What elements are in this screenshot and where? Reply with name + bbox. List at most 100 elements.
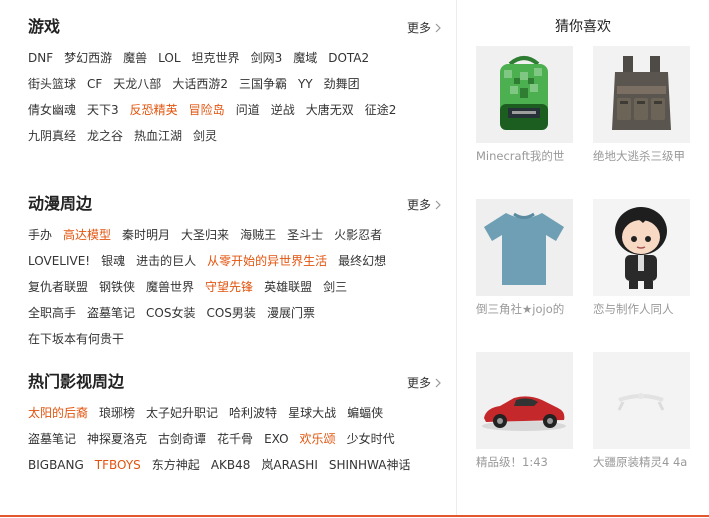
tag-link[interactable]: 剑网3 — [251, 51, 283, 65]
product-card[interactable]: 大疆原装精灵4 4a — [593, 352, 705, 470]
section-games: 游戏 更多 DNF 梦幻西游 魔兽 LOL 坦克世界 剑网3 魔域 DOTA2 街头篮球 CF 天龙… — [28, 16, 442, 149]
section-title: 游戏 — [28, 17, 61, 36]
tag-link[interactable]: 手办 — [28, 228, 52, 242]
tag-link[interactable]: 火影忍者 — [334, 228, 382, 242]
section-anime: 动漫周边 更多 手办 高达模型 秦时明月 大圣归来 海贼王 圣斗士 火影忍者 LOVELIVE… — [28, 193, 442, 352]
tag-link[interactable]: 三国争霸 — [239, 77, 287, 91]
product-card[interactable]: 绝地大逃杀三级甲 — [593, 46, 705, 164]
tag-link[interactable]: 梦幻西游 — [64, 51, 112, 65]
more-link-film[interactable]: 更多 — [407, 374, 442, 391]
product-name: 恋与制作人同人 — [593, 302, 674, 316]
guess-you-like-panel: 猜你喜欢 Minecraft我的世 绝地大逃杀三级甲 倒三角社★jojo的 恋与… — [457, 0, 709, 515]
tag-link[interactable]: 高达模型 — [63, 228, 111, 242]
product-card[interactable]: Minecraft我的世 — [476, 46, 588, 164]
tag-link[interactable]: 蝙蝠侠 — [347, 406, 383, 420]
tag-link[interactable]: 盗墓笔记 — [28, 432, 76, 446]
product-name: 倒三角社★jojo的 — [476, 302, 565, 316]
section-film: 热门影视周边 更多 太阳的后裔 琅琊榜 太子妃升职记 哈利波特 星球大战 蝙蝠侠 盗墓笔记神… — [28, 371, 442, 478]
tag-row: 九阴真经 龙之谷 热血江湖 剑灵 — [28, 123, 442, 149]
tag-link[interactable]: 大唐无双 — [306, 103, 354, 117]
tag-link[interactable]: 大话西游2 — [172, 77, 228, 91]
tag-link[interactable]: BIGBANG — [28, 458, 84, 472]
tag-link[interactable]: 天下3 — [87, 103, 119, 117]
tag-link[interactable]: 龙之谷 — [87, 129, 123, 143]
tag-row: 街头篮球 CF 天龙八部 大话西游2 三国争霸 YY 劲舞团 — [28, 71, 442, 97]
tag-row: 太阳的后裔 琅琊榜 太子妃升职记 哈利波特 星球大战 蝙蝠侠 — [28, 400, 442, 426]
tag-link[interactable]: 天龙八部 — [113, 77, 161, 91]
chevron-right-icon — [435, 378, 441, 387]
tag-link[interactable]: 漫展门票 — [267, 306, 315, 320]
product-card[interactable]: 倒三角社★jojo的 — [476, 199, 588, 317]
tag-link[interactable]: 剑灵 — [193, 129, 217, 143]
tag-link[interactable]: 东方神起 — [152, 458, 200, 472]
tag-link[interactable]: SHINHWA神话 — [329, 458, 411, 472]
tag-link[interactable]: 花千骨 — [217, 432, 253, 446]
tag-link[interactable]: 秦时明月 — [122, 228, 170, 242]
tag-row: LOVELIVE! 银魂 进击的巨人 从零开始的异世界生活 最终幻想 — [28, 248, 442, 274]
tag-link[interactable]: 古剑奇谭 — [158, 432, 206, 446]
tag-link[interactable]: YY — [298, 77, 313, 91]
tag-link[interactable]: 守望先锋 — [205, 280, 253, 294]
tactical-vest-image — [593, 46, 690, 143]
tag-link[interactable]: 热血江湖 — [134, 129, 182, 143]
tag-row: 在下坂本有何贵干 — [28, 326, 442, 352]
tag-link[interactable]: 魔兽 — [123, 51, 147, 65]
tag-link[interactable]: TFBOYS — [95, 458, 141, 472]
tag-link[interactable]: 银魂 — [101, 254, 125, 268]
tag-link[interactable]: 魔兽世界 — [146, 280, 194, 294]
tag-link[interactable]: 复仇者联盟 — [28, 280, 88, 294]
tag-link[interactable]: 少女时代 — [347, 432, 395, 446]
product-card[interactable]: 精品级！1:43 — [476, 352, 588, 470]
tag-link[interactable]: 问道 — [236, 103, 260, 117]
tag-link[interactable]: 大圣归来 — [181, 228, 229, 242]
tag-link[interactable]: 魔域 — [293, 51, 317, 65]
tag-link[interactable]: 琅琊榜 — [99, 406, 135, 420]
tag-link[interactable]: 征途2 — [365, 103, 397, 117]
blue-tshirt-image — [476, 199, 573, 296]
tag-link[interactable]: LOL — [158, 51, 180, 65]
product-name: 绝地大逃杀三级甲 — [593, 149, 685, 163]
tag-link[interactable]: 星球大战 — [288, 406, 336, 420]
tag-link[interactable]: EXO — [264, 432, 288, 446]
tag-link[interactable]: 英雄联盟 — [264, 280, 312, 294]
tag-link[interactable]: 太子妃升职记 — [146, 406, 218, 420]
tag-link[interactable]: 哈利波特 — [229, 406, 277, 420]
tag-row: 手办 高达模型 秦时明月 大圣归来 海贼王 圣斗士 火影忍者 — [28, 222, 442, 248]
tag-link[interactable]: 钢铁侠 — [99, 280, 135, 294]
tag-link[interactable]: 欢乐颂 — [300, 432, 336, 446]
tag-link[interactable]: 最终幻想 — [338, 254, 386, 268]
more-link-anime[interactable]: 更多 — [407, 196, 442, 213]
tag-link[interactable]: DNF — [28, 51, 53, 65]
tag-link[interactable]: 坦克世界 — [192, 51, 240, 65]
tag-row: BIGBANG TFBOYS 东方神起 AKB48 岚ARASHI SHINHWA神话 — [28, 452, 442, 478]
tag-link[interactable]: 岚ARASHI — [261, 458, 317, 472]
tag-link[interactable]: 从零开始的异世界生活 — [207, 254, 327, 268]
tag-link[interactable]: COS女装 — [146, 306, 195, 320]
product-card[interactable]: 恋与制作人同人 — [593, 199, 705, 317]
tag-link[interactable]: 冒险岛 — [189, 103, 225, 117]
tag-link[interactable]: COS男装 — [206, 306, 255, 320]
more-label: 更多 — [406, 21, 431, 35]
tag-link[interactable]: AKB48 — [211, 458, 251, 472]
tag-row: 全职高手 盗墓笔记 COS女装 COS男装 漫展门票 — [28, 300, 442, 326]
green-backpack-image — [476, 46, 573, 143]
tag-link[interactable]: DOTA2 — [328, 51, 369, 65]
tag-link[interactable]: 反恐精英 — [130, 103, 178, 117]
tag-link[interactable]: LOVELIVE! — [28, 254, 90, 268]
tag-link[interactable]: 海贼王 — [240, 228, 276, 242]
tag-link[interactable]: 在下坂本有何贵干 — [28, 332, 124, 346]
tag-link[interactable]: 进击的巨人 — [136, 254, 196, 268]
tag-link[interactable]: 九阴真经 — [28, 129, 76, 143]
tag-link[interactable]: 太阳的后裔 — [28, 406, 88, 420]
tag-link[interactable]: 剑三 — [323, 280, 347, 294]
tag-link[interactable]: 圣斗士 — [287, 228, 323, 242]
tag-link[interactable]: 劲舞团 — [324, 77, 360, 91]
tag-link[interactable]: 全职高手 — [28, 306, 76, 320]
tag-link[interactable]: 盗墓笔记 — [87, 306, 135, 320]
tag-link[interactable]: 倩女幽魂 — [28, 103, 76, 117]
tag-link[interactable]: 逆战 — [271, 103, 295, 117]
tag-link[interactable]: 神探夏洛克 — [87, 432, 147, 446]
tag-link[interactable]: 街头篮球 — [28, 77, 76, 91]
more-link-games[interactable]: 更多 — [407, 19, 442, 36]
tag-link[interactable]: CF — [87, 77, 102, 91]
